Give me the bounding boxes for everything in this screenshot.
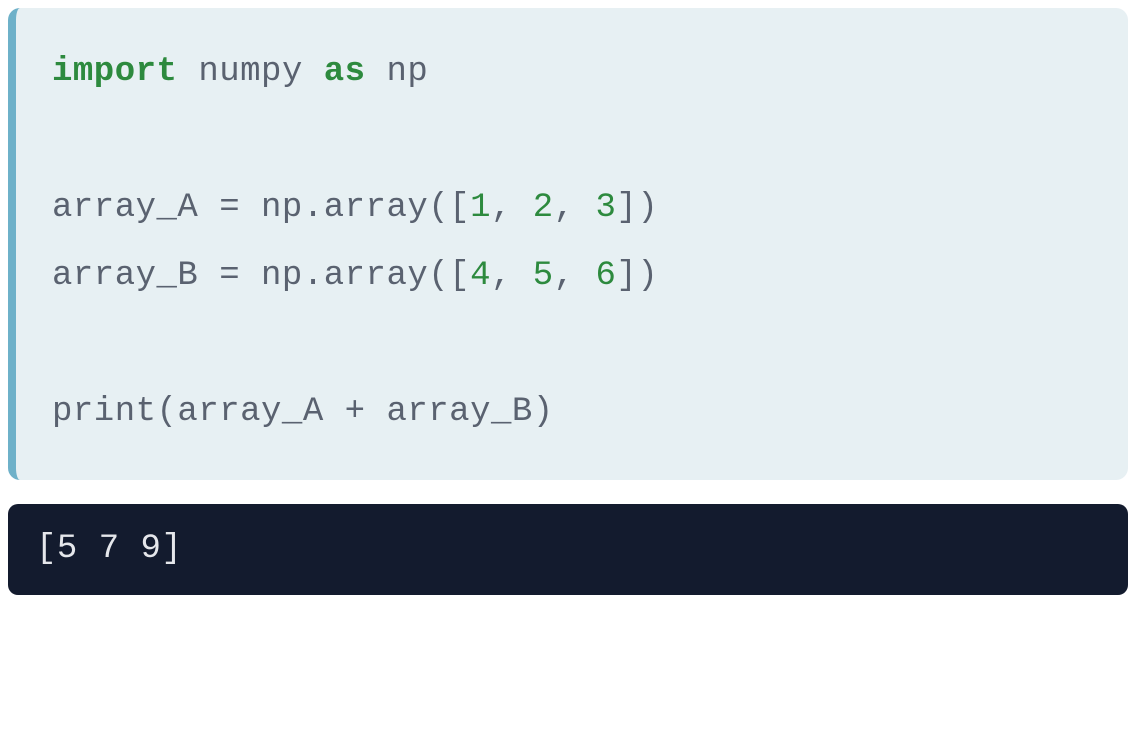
code-text: ]) xyxy=(616,257,658,295)
alias-name: np xyxy=(366,53,429,91)
separator: , xyxy=(554,257,596,295)
number-literal: 6 xyxy=(596,257,617,295)
code-line-6: print(array_A + array_B) xyxy=(52,378,1092,446)
keyword-import: import xyxy=(52,53,177,91)
code-text: array_B = np.array([ xyxy=(52,257,470,295)
output-block: [5 7 9] xyxy=(8,504,1128,595)
output-text: [5 7 9] xyxy=(36,530,182,568)
code-line-2-blank xyxy=(52,106,1092,174)
number-literal: 3 xyxy=(596,189,617,227)
code-line-3: array_A = np.array([1, 2, 3]) xyxy=(52,174,1092,242)
module-name: numpy xyxy=(177,53,323,91)
keyword-as: as xyxy=(324,53,366,91)
number-literal: 2 xyxy=(533,189,554,227)
separator: , xyxy=(491,257,533,295)
code-line-4: array_B = np.array([4, 5, 6]) xyxy=(52,242,1092,310)
code-line-1: import numpy as np xyxy=(52,38,1092,106)
number-literal: 4 xyxy=(470,257,491,295)
code-line-5-blank xyxy=(52,310,1092,378)
separator: , xyxy=(554,189,596,227)
separator: , xyxy=(491,189,533,227)
number-literal: 1 xyxy=(470,189,491,227)
code-text: ]) xyxy=(616,189,658,227)
number-literal: 5 xyxy=(533,257,554,295)
code-block: import numpy as np array_A = np.array([1… xyxy=(8,8,1128,480)
code-text: array_A = np.array([ xyxy=(52,189,470,227)
